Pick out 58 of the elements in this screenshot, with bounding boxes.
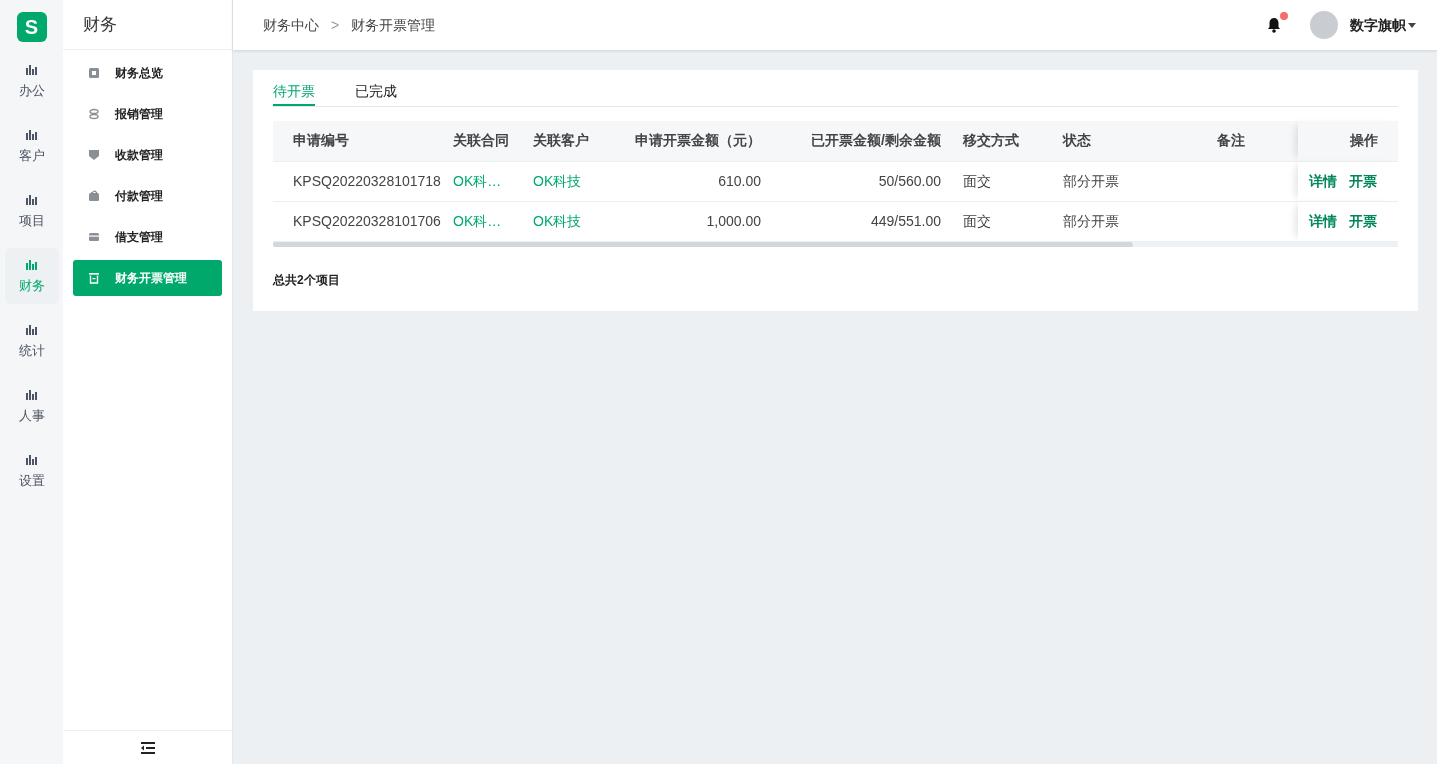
table-cell: 部分开票 bbox=[1063, 212, 1119, 229]
action-link[interactable]: 开票 bbox=[1349, 210, 1377, 232]
rail-item[interactable]: 统计 bbox=[4, 313, 59, 369]
table-cell: 1,000.00 bbox=[706, 212, 761, 229]
column-header: 关联客户 bbox=[533, 121, 613, 161]
submenu-item[interactable]: 财务总览 bbox=[73, 55, 222, 91]
coins-icon bbox=[88, 108, 100, 120]
table-cell: KPSQ20220328101706 bbox=[293, 212, 441, 229]
column-header: 已开票金额/剩余金额 bbox=[781, 121, 943, 161]
column-header: 移交方式 bbox=[943, 121, 1043, 161]
column-header: 备注 bbox=[1143, 121, 1298, 161]
submenu-item[interactable]: 借支管理 bbox=[73, 219, 222, 255]
column-header: 状态 bbox=[1043, 121, 1143, 161]
table-cell: 610.00 bbox=[718, 172, 761, 189]
bell-icon[interactable] bbox=[1266, 17, 1282, 33]
breadcrumb-link[interactable]: 财务开票管理 bbox=[351, 14, 436, 36]
bar-chart-icon bbox=[26, 130, 37, 140]
bar-chart-icon bbox=[26, 455, 37, 465]
receipt-icon bbox=[88, 272, 100, 284]
column-header: 申请开票金额（元） bbox=[613, 121, 781, 161]
collapse-menu-icon[interactable] bbox=[139, 741, 156, 754]
bar-chart-icon bbox=[26, 65, 37, 75]
caret-icon[interactable] bbox=[1408, 22, 1416, 28]
table-cell: 449/551.00 bbox=[870, 212, 941, 229]
action-link[interactable]: 详情 bbox=[1309, 210, 1337, 232]
scrollbar[interactable] bbox=[273, 241, 1398, 247]
table-cell: 面交 bbox=[963, 172, 991, 189]
rail-item[interactable]: 办公 bbox=[4, 53, 59, 109]
rail-item[interactable]: 客户 bbox=[4, 118, 59, 174]
action-link[interactable]: 详情 bbox=[1309, 170, 1337, 192]
table-cell: 部分开票 bbox=[1063, 172, 1119, 189]
bar-chart-icon bbox=[26, 260, 37, 270]
column-header: 操作 bbox=[1298, 121, 1398, 161]
report-icon bbox=[88, 67, 100, 79]
table-cell: 50/560.00 bbox=[878, 172, 941, 189]
column-header: 关联合同 bbox=[453, 121, 533, 161]
shield-icon bbox=[88, 149, 100, 161]
table-cell: KPSQ20220328101718 bbox=[293, 172, 441, 189]
breadcrumb-separator: > bbox=[331, 15, 340, 35]
breadcrumb-link[interactable]: 财务中心 bbox=[263, 14, 319, 36]
total-count: 总共2个项目 bbox=[273, 273, 340, 287]
submenu-item[interactable]: 报销管理 bbox=[73, 96, 222, 132]
rail-item[interactable]: 人事 bbox=[4, 378, 59, 434]
column-header: 申请编号 bbox=[273, 121, 453, 161]
card-icon bbox=[88, 231, 100, 243]
user-name[interactable]: 数字旗帜 bbox=[1350, 14, 1406, 36]
bar-chart-icon bbox=[26, 390, 37, 400]
rail-item[interactable]: 项目 bbox=[4, 183, 59, 239]
submenu-item[interactable]: 收款管理 bbox=[73, 137, 222, 173]
bar-chart-icon bbox=[26, 325, 37, 335]
rail-item[interactable]: 设置 bbox=[4, 443, 59, 499]
submenu-title: 财务 bbox=[83, 13, 117, 36]
tab[interactable]: 已完成 bbox=[355, 78, 397, 106]
table-cell: 面交 bbox=[963, 212, 991, 229]
wallet-icon bbox=[88, 190, 100, 202]
action-link[interactable]: 开票 bbox=[1349, 170, 1377, 192]
submenu-item[interactable]: 付款管理 bbox=[73, 178, 222, 214]
bar-chart-icon bbox=[26, 195, 37, 205]
